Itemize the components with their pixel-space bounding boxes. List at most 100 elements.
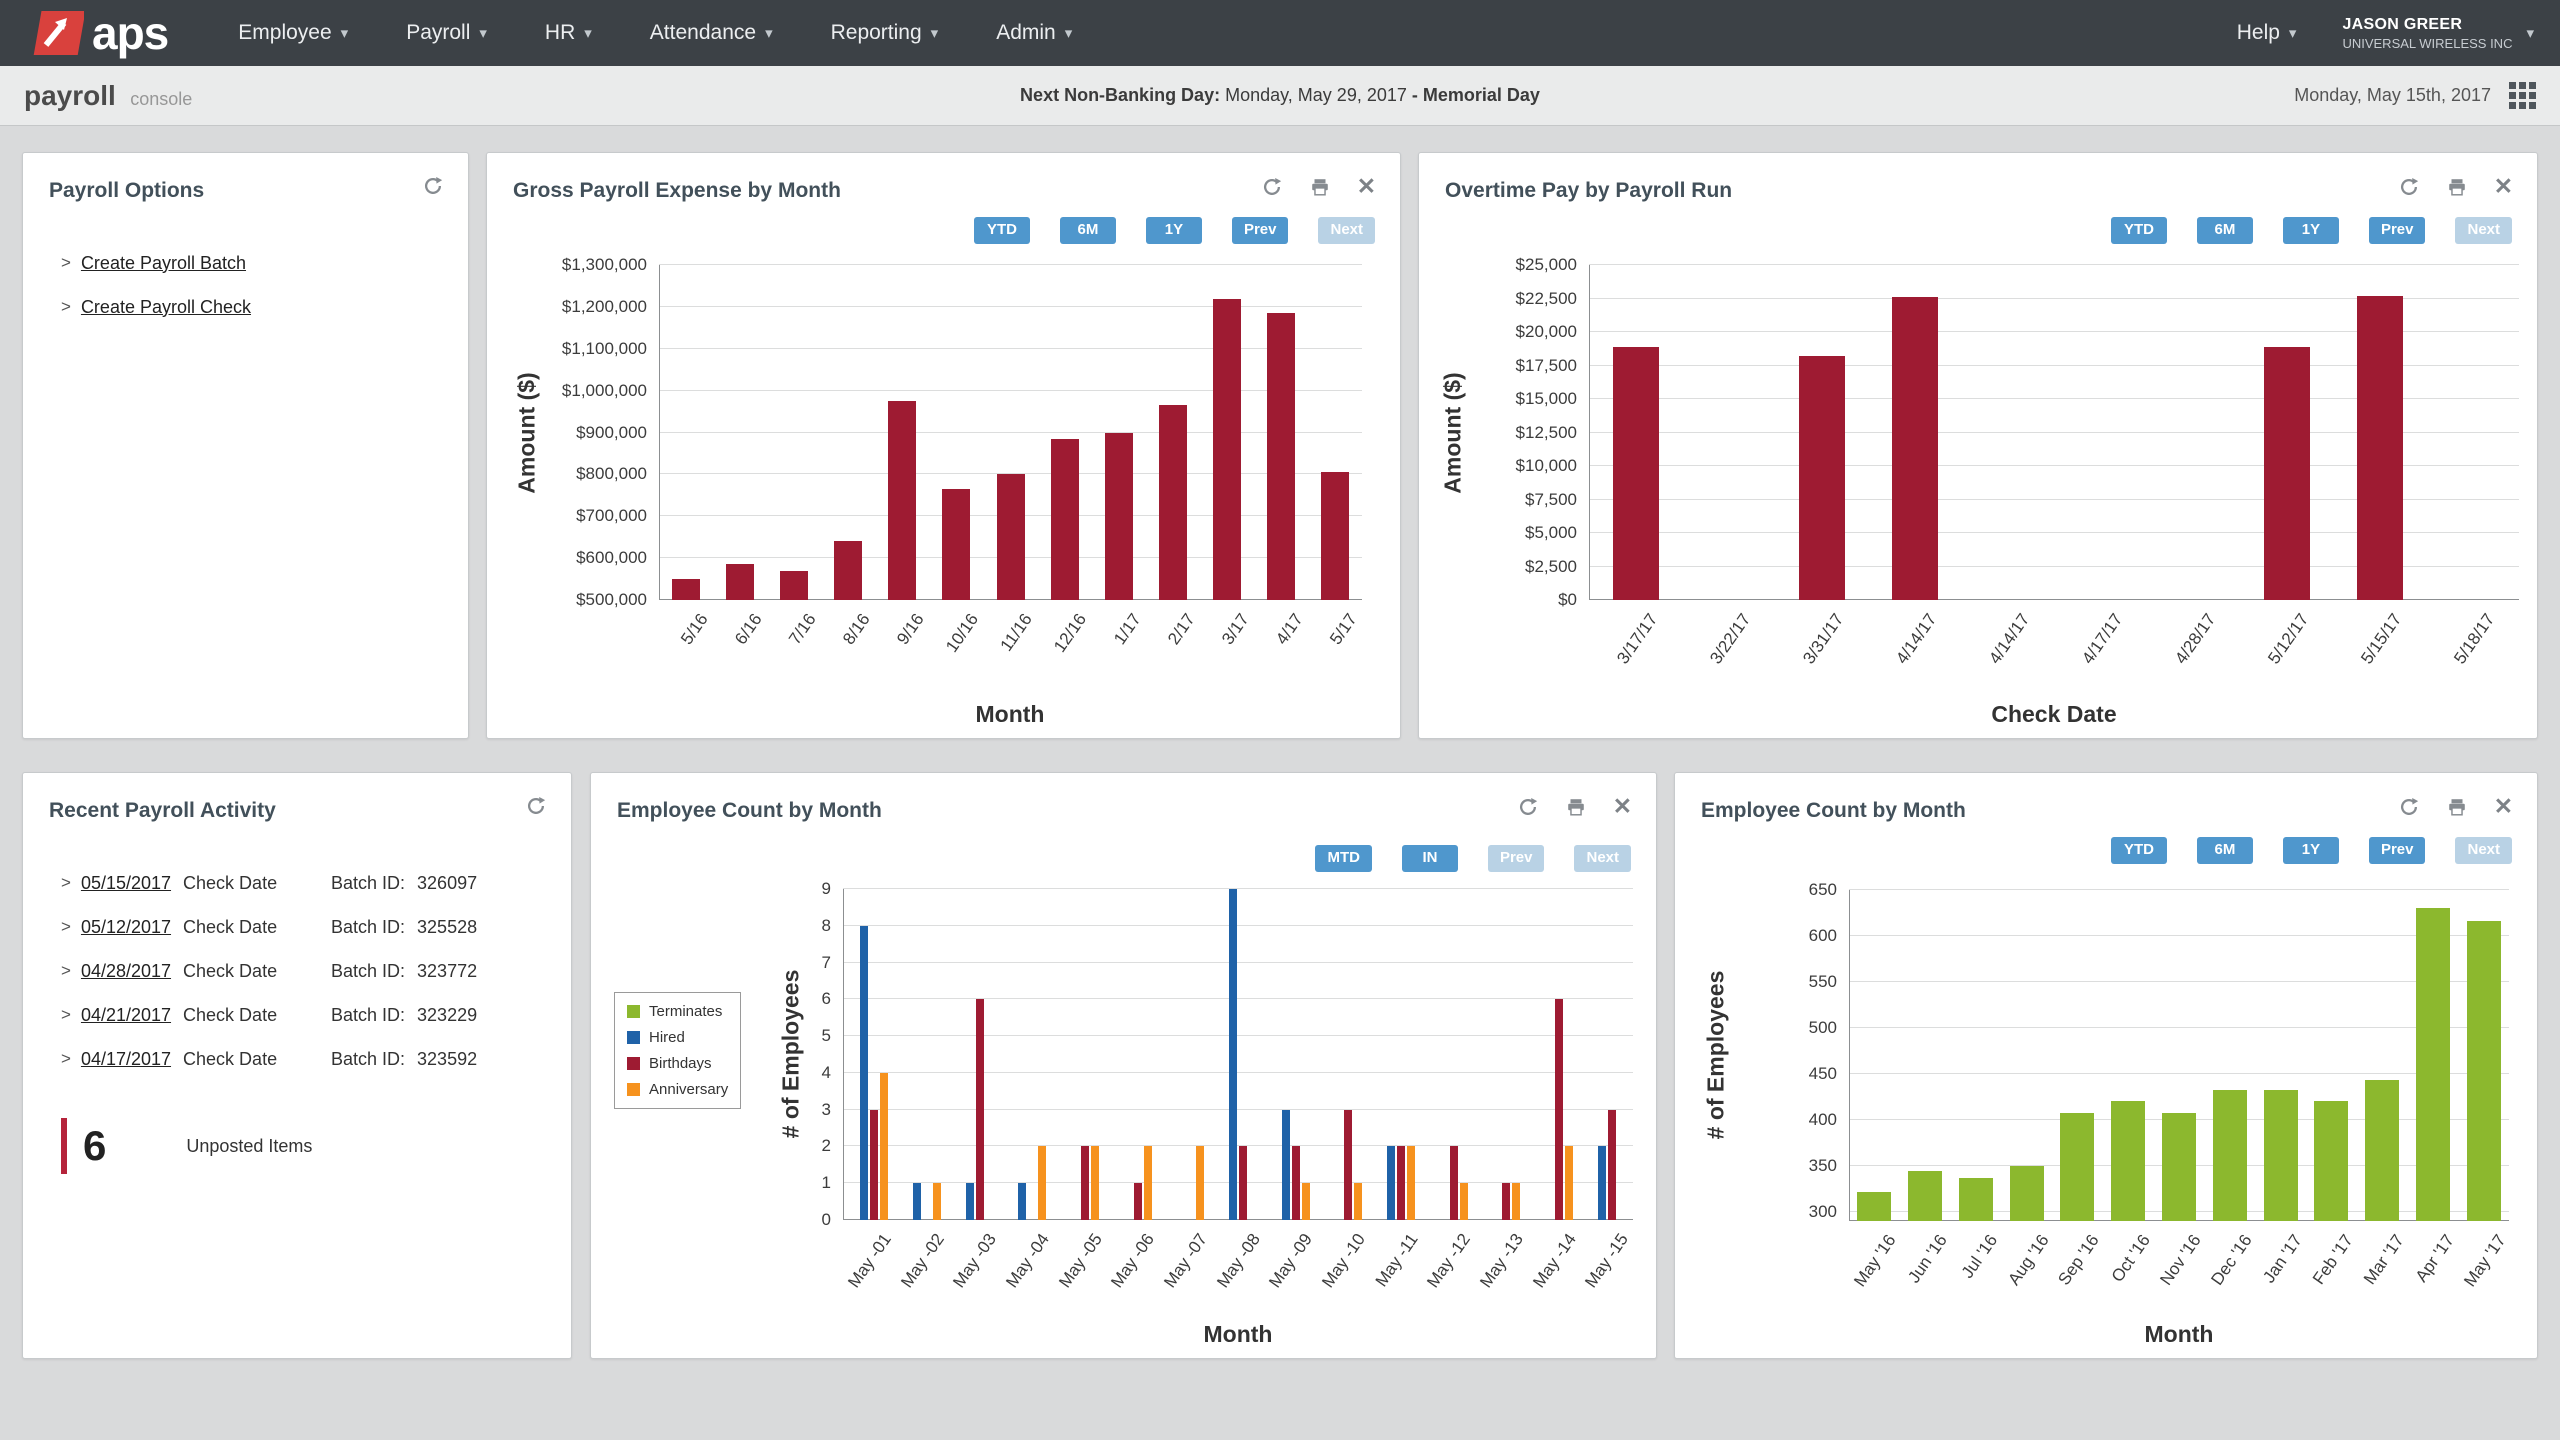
- y-tick: $22,500: [1516, 289, 1577, 309]
- bar: [913, 1183, 921, 1220]
- activity-date-link[interactable]: 04/28/2017: [81, 961, 171, 982]
- panel-payroll-options: Payroll Options >Create Payroll Batch >C…: [22, 152, 469, 739]
- activity-date-link[interactable]: 04/17/2017: [81, 1049, 171, 1070]
- activity-date-link[interactable]: 05/12/2017: [81, 917, 171, 938]
- x-tick-slot: 7/16: [767, 602, 821, 697]
- nav-item-hr[interactable]: HR▾: [545, 21, 592, 45]
- y-tick: $1,200,000: [562, 297, 647, 317]
- y-tick: 300: [1809, 1202, 1837, 1222]
- x-tick: May -15: [1582, 1230, 1634, 1292]
- activity-date-link[interactable]: 04/21/2017: [81, 1005, 171, 1026]
- nav-item-payroll[interactable]: Payroll▾: [406, 21, 487, 45]
- y-tick: $800,000: [576, 464, 647, 484]
- nav-item-reporting[interactable]: Reporting▾: [831, 21, 939, 45]
- y-tick: 4: [822, 1063, 831, 1083]
- y-tick: $900,000: [576, 423, 647, 443]
- batch-id-label: Batch ID:: [331, 873, 405, 893]
- x-tick: 4/14/17: [1985, 610, 2034, 668]
- x-tick-slot: 3/17/17: [1589, 602, 1682, 697]
- bar-group: [1475, 889, 1528, 1220]
- nav-item-help[interactable]: Help▾: [2237, 21, 2297, 45]
- legend-item: Terminates: [627, 1003, 728, 1020]
- bar: [966, 1183, 974, 1220]
- x-tick: May -12: [1424, 1230, 1476, 1292]
- bar: [1555, 999, 1563, 1220]
- bar: [1302, 1183, 1310, 1220]
- bar-group: [2306, 890, 2357, 1221]
- y-tick: 9: [822, 879, 831, 899]
- x-tick-slot: May -01: [843, 1222, 896, 1317]
- panel-title: Payroll Options: [49, 179, 204, 203]
- user-menu[interactable]: JASON GREER UNIVERSAL WIRELESS INC ▾: [2342, 16, 2534, 51]
- x-axis-label: Month: [976, 701, 1045, 728]
- bar: [1512, 1183, 1520, 1220]
- bar: [1799, 356, 1845, 600]
- bar-group: [896, 889, 949, 1220]
- unposted-accent-bar: [61, 1118, 67, 1174]
- x-axis-ticks: May -01May -02May -03May -04May -05May -…: [843, 1222, 1633, 1317]
- x-tick: 8/16: [839, 610, 874, 649]
- aps-logo[interactable]: aps: [26, 6, 168, 60]
- x-tick: 5/18/17: [2450, 610, 2499, 668]
- activity-date-link[interactable]: 05/15/2017: [81, 873, 171, 894]
- x-tick-slot: May -13: [1475, 1222, 1528, 1317]
- bar-group: [713, 265, 767, 600]
- bar-group: [2240, 265, 2333, 600]
- app-subtitle: console: [130, 89, 192, 109]
- y-tick: $1,300,000: [562, 255, 647, 275]
- x-tick: 1/17: [1110, 610, 1145, 649]
- x-tick-slot: 3/31/17: [1775, 602, 1868, 697]
- refresh-icon[interactable]: [422, 175, 444, 197]
- refresh-icon[interactable]: [525, 795, 547, 817]
- bar-group: [2426, 265, 2519, 600]
- nav-item-label: Attendance: [650, 21, 756, 45]
- table-row: > 05/15/2017 Check Date Batch ID:326097: [61, 861, 551, 905]
- bar: [1857, 1192, 1891, 1221]
- app-title: payroll: [24, 80, 116, 111]
- create-payroll-check-link[interactable]: Create Payroll Check: [81, 297, 251, 318]
- bar-group: [1900, 890, 1951, 1221]
- user-name: JASON GREER: [2342, 16, 2512, 34]
- bar-group: [2154, 890, 2205, 1221]
- bar-group: [1038, 265, 1092, 600]
- x-tick: May -11: [1372, 1230, 1423, 1291]
- non-banking-day-banner: Next Non-Banking Day: Monday, May 29, 20…: [1020, 85, 1540, 106]
- bar-group: [1054, 889, 1107, 1220]
- bar-columns: [1589, 265, 2519, 600]
- x-tick: May -01: [844, 1230, 896, 1292]
- nav-item-admin[interactable]: Admin▾: [996, 21, 1072, 45]
- y-tick: 8: [822, 916, 831, 936]
- panel-employee-count-trend: Employee Count by Month ✕ YTD6M1YPrevNex…: [1674, 772, 2538, 1359]
- x-tick: 2/17: [1164, 610, 1199, 649]
- bar-group: [1146, 265, 1200, 600]
- y-axis-label: Amount ($): [514, 372, 541, 493]
- x-tick: 11/16: [997, 610, 1037, 655]
- x-tick-slot: 4/17: [1254, 602, 1308, 697]
- help-label: Help: [2237, 21, 2280, 45]
- x-tick-slot: 6/16: [713, 602, 767, 697]
- x-tick-slot: Jul '16: [1951, 1223, 2002, 1318]
- row-arrow: >: [61, 1005, 71, 1025]
- bar: [1018, 1183, 1026, 1220]
- bar-group: [875, 265, 929, 600]
- batch-id-label: Batch ID:: [331, 1005, 405, 1025]
- y-tick: 0: [822, 1210, 831, 1230]
- legend-label: Hired: [649, 1029, 685, 1046]
- bar-group: [659, 265, 713, 600]
- x-tick: Jun '16: [1904, 1231, 1952, 1287]
- x-axis-label: Check Date: [1991, 701, 2116, 728]
- batch-id: Batch ID:325528: [331, 917, 477, 938]
- table-row: > 05/12/2017 Check Date Batch ID:325528: [61, 905, 551, 949]
- nav-item-attendance[interactable]: Attendance▾: [650, 21, 773, 45]
- create-payroll-batch-link[interactable]: Create Payroll Batch: [81, 253, 246, 274]
- apps-grid-icon[interactable]: [2509, 82, 2536, 109]
- bar: [1892, 297, 1938, 600]
- nav-item-employee[interactable]: Employee▾: [238, 21, 348, 45]
- y-tick: $500,000: [576, 590, 647, 610]
- bar-group: [2052, 890, 2103, 1221]
- x-tick: 4/28/17: [2171, 610, 2220, 668]
- bar: [2060, 1113, 2094, 1221]
- x-tick-slot: May -12: [1422, 1222, 1475, 1317]
- bar-group: [1001, 889, 1054, 1220]
- activity-type: Check Date: [183, 917, 277, 938]
